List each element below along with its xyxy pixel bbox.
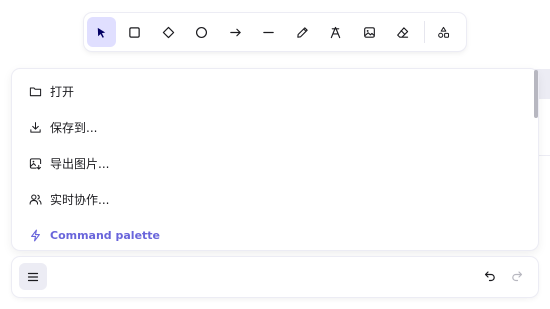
- footer-bar: [12, 257, 538, 297]
- image-icon: [363, 26, 375, 38]
- hamburger-icon: [27, 272, 39, 281]
- arrow-tool[interactable]: [221, 17, 250, 47]
- divider: [538, 155, 550, 156]
- menu-item-label: Command palette: [50, 228, 161, 242]
- eraser-tool[interactable]: [388, 17, 417, 47]
- text-icon: [330, 26, 341, 38]
- menu-item-save-to[interactable]: 保存到...: [12, 109, 532, 145]
- toolbar-divider: [423, 21, 425, 43]
- undo-button[interactable]: [482, 268, 498, 284]
- menu-item-label: 导出图片...: [50, 156, 110, 171]
- square-icon: [129, 26, 141, 38]
- menu-item-label: 实时协作...: [50, 192, 110, 207]
- diamond-icon: [162, 26, 175, 38]
- menu-item-command-palette[interactable]: Command palette: [12, 217, 532, 250]
- export-image-icon: [28, 156, 42, 170]
- folder-icon: [28, 84, 42, 98]
- menu-scrollbar[interactable]: [534, 70, 538, 118]
- menu-item-label: 打开: [50, 84, 75, 99]
- download-icon: [28, 120, 42, 134]
- main-menu-button[interactable]: [19, 263, 47, 290]
- pencil-icon: [296, 26, 308, 38]
- menu-item-label: 保存到...: [50, 120, 98, 135]
- menu-item-open[interactable]: 打开: [12, 73, 532, 109]
- users-icon: [28, 192, 42, 206]
- ellipse-tool[interactable]: [187, 17, 216, 47]
- menu-item-export-image[interactable]: 导出图片...: [12, 145, 532, 181]
- diamond-tool[interactable]: [154, 17, 183, 47]
- shapes-icon: [438, 26, 450, 38]
- more-shapes-tool[interactable]: [430, 17, 459, 47]
- bolt-icon: [28, 228, 42, 242]
- eraser-icon: [397, 26, 409, 38]
- draw-tool[interactable]: [288, 17, 317, 47]
- main-menu-dropdown: 打开 保存到... 导出图片... 实时协作... Command palett…: [12, 69, 538, 250]
- cursor-icon: [97, 27, 106, 38]
- circle-icon: [196, 26, 208, 38]
- image-tool[interactable]: [355, 17, 384, 47]
- text-tool[interactable]: [321, 17, 350, 47]
- redo-icon: [512, 271, 523, 282]
- arrow-right-icon: [230, 28, 241, 36]
- menu-item-live-collaboration[interactable]: 实时协作...: [12, 181, 532, 217]
- line-tool[interactable]: [254, 17, 283, 47]
- undo-icon: [484, 271, 495, 282]
- selection-tool[interactable]: [87, 17, 116, 47]
- line-icon: [263, 31, 274, 33]
- shape-toolbar: [84, 13, 466, 51]
- rectangle-tool[interactable]: [120, 17, 149, 47]
- redo-button[interactable]: [509, 268, 525, 284]
